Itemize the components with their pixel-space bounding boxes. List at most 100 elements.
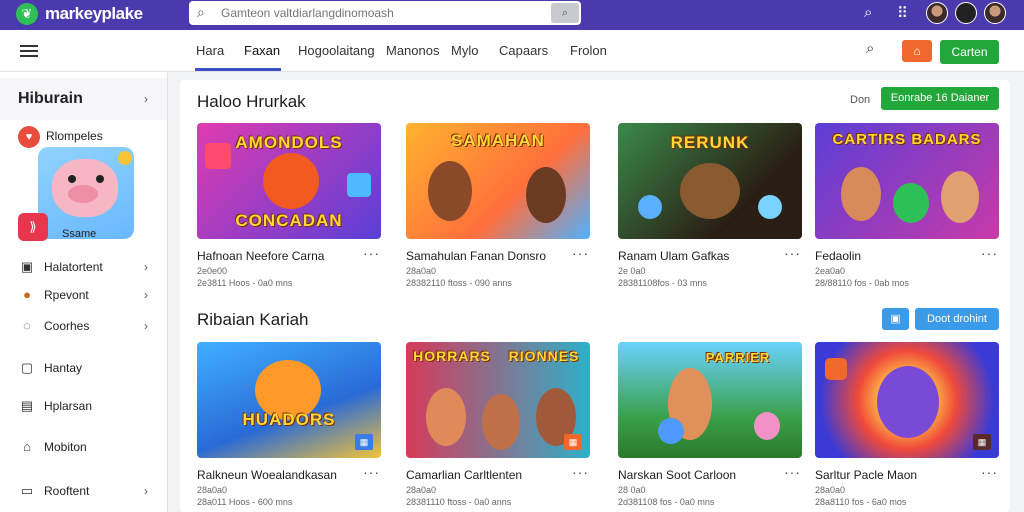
thumbnail-subtitle: RIONNES (508, 348, 580, 364)
game-thumbnail[interactable]: AMONDOLS CONCADAN (197, 123, 381, 239)
grid-icon[interactable]: ⠿ (897, 4, 908, 22)
sidebar-item-rpevont[interactable]: ● Rpevont › (0, 282, 167, 310)
logo[interactable]: ❦ markeyplake (16, 1, 143, 27)
search-icon[interactable]: ⌕ (864, 4, 872, 21)
avatar[interactable] (984, 2, 1006, 24)
search-button[interactable]: ⌕ (551, 3, 579, 23)
heart-icon (825, 358, 847, 380)
card-title[interactable]: Ralkneun Woealandkasan (197, 468, 357, 482)
more-options-icon[interactable]: ··· (784, 464, 801, 480)
sidebar: Hiburain › ♥ Rlompeles ⟫ Ssame ▣ Halator… (0, 72, 168, 512)
sidebar-item-label: Coorhes (44, 319, 90, 333)
sidebar-item-label: Mobiton (44, 440, 87, 454)
card-meta: 28a0a0 28381110 ftoss - 0a0 anns (406, 485, 512, 507)
chevron-right-icon: › (144, 260, 148, 274)
search-input[interactable] (221, 4, 539, 22)
more-options-icon[interactable]: ··· (572, 464, 589, 480)
tab-capaars[interactable]: Capaars (499, 43, 548, 58)
game-thumbnail[interactable]: RERUNK (618, 123, 802, 239)
home-icon: ⌂ (23, 439, 31, 454)
search-icon: ⌕ (197, 4, 205, 20)
featured-image[interactable] (38, 147, 134, 239)
character-art (482, 394, 520, 450)
gallery-icon: ▦ (564, 434, 582, 450)
character-art (841, 167, 881, 221)
card-title[interactable]: Camarlian Carltlenten (406, 468, 566, 482)
more-options-icon[interactable]: ··· (363, 464, 380, 480)
sidebar-item-rooftent[interactable]: ▭ Rooftent › (0, 478, 167, 506)
tab-frolon[interactable]: Frolon (570, 43, 607, 58)
thumbnail-title: SAMAHAN (451, 131, 545, 150)
thumbnail-title: CARTIRS BADARS (832, 131, 982, 148)
cart-icon: ⌂ (913, 44, 921, 58)
tab-faxan[interactable]: Faxan (244, 43, 280, 58)
section-action-button[interactable]: Doot drohint (915, 308, 999, 330)
tab-manonos[interactable]: Manonos (386, 43, 439, 58)
card-title[interactable]: Sarltur Pacle Maon (815, 468, 975, 482)
menu-icon[interactable] (20, 45, 38, 57)
card-title[interactable]: Samahulan Fanan Donsro (406, 249, 566, 263)
chevron-right-icon: › (144, 288, 148, 302)
card-meta: 2ea0a0 28/88110 fos - 0ab mos (815, 266, 909, 288)
document-icon: ▤ (20, 398, 34, 413)
card-title[interactable]: Hafnoan Neefore Carna (197, 249, 357, 263)
tab-hara[interactable]: Hara (196, 43, 224, 58)
more-options-icon[interactable]: ··· (981, 245, 998, 261)
notification-icon[interactable] (955, 2, 977, 24)
nav-bar: Hara Faxan Hogoolaitang Manonos Mylo Cap… (0, 30, 1024, 72)
search-bar: ⌕ ⌕ (189, 1, 581, 25)
game-thumbnail[interactable]: PARRIER (618, 342, 802, 458)
sidebar-item-label: Hantay (44, 361, 83, 375)
section-title: Haloo Hrurkak (197, 92, 306, 111)
puzzle-icon: ◌ (23, 318, 31, 333)
chat-icon: ▢ (20, 360, 34, 375)
thumbnail-title: RERUNK (670, 133, 750, 152)
heart-icon: ♥ (18, 126, 40, 148)
search-icon[interactable]: ⌕ (866, 40, 874, 57)
pig-snout (68, 185, 98, 203)
tab-mylo[interactable]: Mylo (451, 43, 478, 58)
more-options-icon[interactable]: ··· (572, 245, 589, 261)
more-options-icon[interactable]: ··· (363, 245, 380, 261)
thumbnail-subtitle: CONCADAN (235, 211, 343, 230)
more-options-icon[interactable]: ··· (784, 245, 801, 261)
card-meta: 2e 0a0 28381108fos - 03 mns (618, 266, 707, 288)
sidebar-title: Hiburain (18, 90, 83, 107)
character-art (754, 412, 780, 440)
card-title[interactable]: Narskan Soot Carloon (618, 468, 778, 482)
sidebar-promo-label[interactable]: Ssame (62, 228, 96, 240)
avatar[interactable] (926, 2, 948, 24)
game-thumbnail[interactable]: CARTIRS BADARS (815, 123, 999, 239)
game-thumbnail[interactable]: ▦ (815, 342, 999, 458)
chevron-right-icon: › (144, 484, 148, 498)
game-thumbnail[interactable]: HORRARS RIONNES ▦ (406, 342, 590, 458)
card-meta: 28 0a0 2d381108 fos - 0a0 mns (618, 485, 715, 507)
thumbnail-title: AMONDOLS (235, 133, 343, 152)
tab-hogoolaitang[interactable]: Hogoolaitang (298, 43, 375, 58)
section-action-button[interactable]: Eonrabe 16 Daianer (881, 87, 999, 110)
sidebar-featured-label[interactable]: Rlompeles (46, 129, 103, 143)
sidebar-item-mobiton[interactable]: ⌂ Mobiton (0, 434, 167, 462)
game-thumbnail[interactable]: SAMAHAN (406, 123, 590, 239)
chevron-right-icon: › (144, 319, 148, 333)
sidebar-item-label: Rpevont (44, 288, 89, 302)
cta-button[interactable]: Carten (940, 40, 999, 64)
gallery-icon[interactable]: ▣ (882, 308, 909, 330)
game-thumbnail[interactable]: HUADORS ▦ (197, 342, 381, 458)
more-options-icon[interactable]: ··· (981, 464, 998, 480)
sidebar-header[interactable]: Hiburain › (0, 78, 167, 120)
pig-eye (68, 175, 76, 183)
thumbnail-title: HUADORS (242, 410, 336, 429)
see-all-link[interactable]: Don (850, 94, 870, 106)
sidebar-item-hantay[interactable]: ▢ Hantay (0, 355, 167, 383)
top-bar: ❦ markeyplake ⌕ ⌕ ⌕ ⠿ (0, 0, 1024, 30)
character-art (428, 161, 472, 221)
card-title[interactable]: Ranam Ulam Gafkas (618, 249, 778, 263)
card-title[interactable]: Fedaolin (815, 249, 975, 263)
sidebar-item-halatortent[interactable]: ▣ Halatortent › (0, 254, 167, 282)
card-meta: 28a0a0 28a8110 fos - 6a0 mos (815, 485, 907, 507)
sidebar-item-coorhes[interactable]: ◌ Coorhes › (0, 313, 167, 341)
cart-button[interactable]: ⌂ (902, 40, 932, 62)
sidebar-item-hplarsan[interactable]: ▤ Hplarsan (0, 393, 167, 421)
block-art (347, 173, 371, 197)
